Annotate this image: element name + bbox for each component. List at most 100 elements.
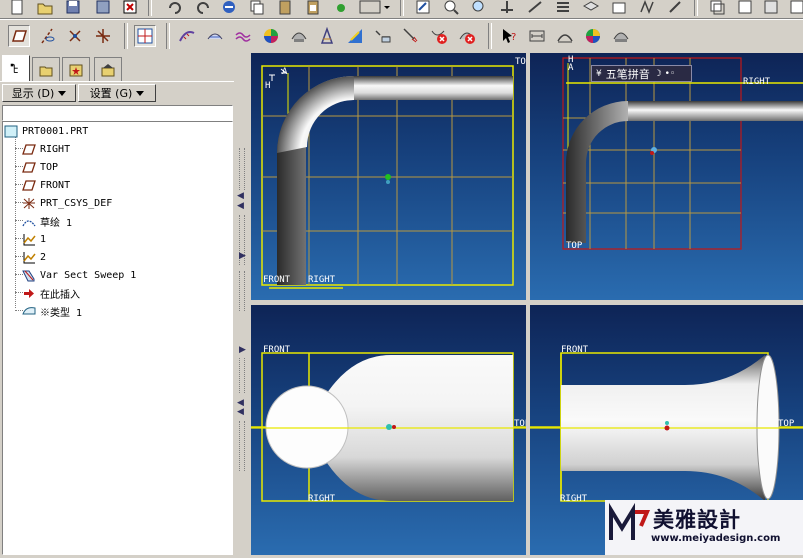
- model-tree-tab[interactable]: [2, 55, 30, 82]
- tree-item-var-sect-sweep[interactable]: Var Sect Sweep 1: [21, 267, 136, 284]
- measure-area-icon[interactable]: [554, 25, 576, 47]
- grid-view-icon[interactable]: [134, 25, 156, 47]
- shade-icon[interactable]: [260, 25, 282, 47]
- save-icon[interactable]: [62, 0, 84, 18]
- delete-analysis-icon[interactable]: [428, 25, 450, 47]
- draft-check-icon[interactable]: [288, 25, 310, 47]
- tree-item-type[interactable]: ※类型 1: [21, 303, 82, 320]
- redo-icon[interactable]: [192, 0, 214, 18]
- open-icon[interactable]: [34, 0, 56, 18]
- zoom-window-icon[interactable]: [440, 0, 462, 18]
- collapse-arrow-icon[interactable]: ◀: [237, 407, 244, 417]
- datum-label-top: TOP: [514, 419, 526, 429]
- zoom-out-icon[interactable]: [468, 0, 490, 18]
- model-display-icon[interactable]: [608, 0, 630, 18]
- viewport-top-left[interactable]: TOP FRONT RIGHT H A: [251, 53, 526, 300]
- csys-icon: [21, 197, 37, 211]
- view-5-icon[interactable]: [760, 0, 782, 18]
- tree-item-right[interactable]: RIGHT: [21, 141, 70, 158]
- folder-browser-tab[interactable]: [32, 57, 60, 81]
- datum-plane-icon[interactable]: [8, 25, 30, 47]
- chevron-down-icon: [136, 90, 145, 96]
- chevron-down-icon: ¥: [596, 68, 602, 79]
- expand-arrow-icon[interactable]: ▶: [239, 251, 246, 261]
- paste-special-icon[interactable]: [302, 0, 324, 18]
- clear-analysis-icon[interactable]: [456, 25, 478, 47]
- tree-item-curve-1[interactable]: 1: [21, 231, 46, 248]
- section-icon[interactable]: [316, 25, 338, 47]
- collapse-arrow-icon[interactable]: ◀: [237, 201, 244, 211]
- view-1-icon[interactable]: [636, 0, 658, 18]
- part-icon: [3, 125, 19, 139]
- saved-views-icon[interactable]: [552, 0, 574, 18]
- close-window-icon[interactable]: [119, 0, 141, 18]
- datum-label-right: RIGHT: [560, 494, 588, 504]
- orient-icon[interactable]: [524, 0, 546, 18]
- datum-point-icon[interactable]: [64, 25, 86, 47]
- tree-item-top[interactable]: TOP: [21, 159, 58, 176]
- reflection-icon[interactable]: [204, 25, 226, 47]
- paste-icon[interactable]: [274, 0, 296, 18]
- view-6-icon[interactable]: [786, 0, 803, 18]
- datum-label-right: RIGHT: [308, 494, 336, 504]
- main-toolbar: [0, 0, 803, 19]
- offset-icon[interactable]: [344, 25, 366, 47]
- tree-item-front[interactable]: FRONT: [21, 177, 70, 194]
- navigator-panel: 显示 (D) 设置 (G) PRT0001.PRT RIGHT TOP FRON…: [0, 53, 234, 555]
- appearance-icon[interactable]: [610, 25, 632, 47]
- tree-item-curve-2[interactable]: 2: [21, 249, 46, 266]
- datum-label-a: A: [282, 67, 288, 77]
- view-manager-icon[interactable]: [354, 0, 394, 18]
- collapse-arrow-icon[interactable]: ◀: [237, 191, 244, 201]
- viewport-bottom-left[interactable]: FRONT TOP RIGHT: [251, 305, 526, 555]
- datum-label-top: TOP: [566, 241, 583, 251]
- watermark-logo: 美雅設計 www.meiyadesign.com: [605, 500, 803, 555]
- repaint-icon[interactable]: [412, 0, 434, 18]
- datum-axis-icon[interactable]: [36, 25, 58, 47]
- tree-header-bar: [2, 105, 233, 121]
- tree-item-csys[interactable]: PRT_CSYS_DEF: [21, 195, 112, 212]
- deviation-icon[interactable]: [372, 25, 394, 47]
- datum-toolbar: ?: [0, 20, 803, 53]
- datum-label-front: FRONT: [263, 345, 291, 355]
- panel-sash[interactable]: ◀ ◀ ▶ ▶ ◀ ◀: [234, 53, 248, 555]
- view-4-icon[interactable]: [734, 0, 756, 18]
- show-menu-button[interactable]: 显示 (D): [2, 84, 76, 102]
- datum-plane-icon: [21, 179, 37, 193]
- tree-item-sketch[interactable]: 草绘 1: [21, 213, 72, 230]
- datum-curve-icon: [21, 251, 37, 265]
- view-2-icon[interactable]: [664, 0, 686, 18]
- datum-label-h: H: [265, 81, 271, 91]
- connections-tab[interactable]: [94, 57, 122, 81]
- expand-arrow-icon[interactable]: ▶: [239, 345, 246, 355]
- curvature-icon[interactable]: [176, 25, 198, 47]
- regenerate-icon[interactable]: [218, 0, 240, 18]
- tree-item-insert-here[interactable]: 在此插入: [21, 285, 80, 302]
- copy-icon[interactable]: [246, 0, 268, 18]
- tree-item-part[interactable]: PRT0001.PRT: [3, 123, 88, 140]
- deviation-2-icon[interactable]: [400, 25, 422, 47]
- sweep-icon: [21, 269, 37, 283]
- datum-label-top: TOP: [515, 57, 526, 67]
- color-icon[interactable]: [582, 25, 604, 47]
- undo-icon[interactable]: [164, 0, 186, 18]
- watermark-url: www.meiyadesign.com: [651, 533, 781, 544]
- ime-status-bar[interactable]: ¥ 五笔拼音 ☽ •◦: [591, 65, 692, 82]
- viewport-top-right[interactable]: RIGHT TOP H A: [530, 53, 803, 300]
- svg-text:?: ?: [511, 32, 516, 43]
- measure-distance-icon[interactable]: [526, 25, 548, 47]
- slope-icon[interactable]: [232, 25, 254, 47]
- save-as-icon[interactable]: [92, 0, 114, 18]
- view-3-icon[interactable]: [706, 0, 728, 18]
- spin-center-icon[interactable]: [496, 0, 518, 18]
- watermark-brand: 美雅設計: [653, 508, 741, 532]
- new-icon[interactable]: [6, 0, 28, 18]
- datum-label-right: RIGHT: [743, 77, 771, 87]
- favorites-tab[interactable]: [62, 57, 90, 81]
- datum-csys-icon[interactable]: [92, 25, 114, 47]
- layer-icon[interactable]: [580, 0, 602, 18]
- mapkey-icon[interactable]: [330, 0, 352, 18]
- whats-this-icon[interactable]: ?: [498, 25, 520, 47]
- settings-menu-button[interactable]: 设置 (G): [78, 84, 156, 102]
- datum-plane-icon: [21, 161, 37, 175]
